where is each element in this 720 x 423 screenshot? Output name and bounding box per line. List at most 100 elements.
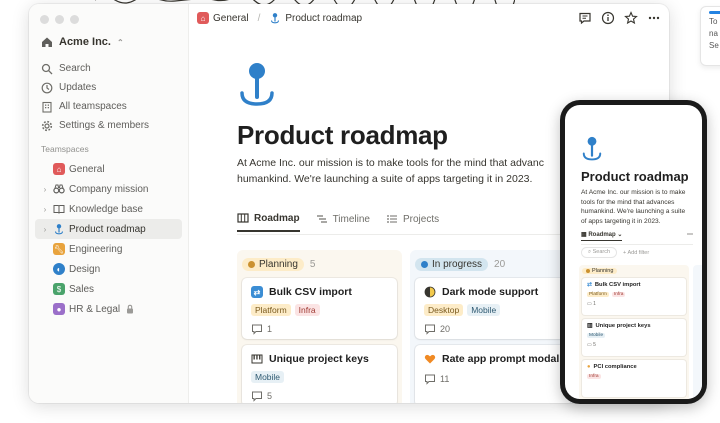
phone-toolbar: ⌕ Search + Add filter xyxy=(581,247,649,258)
maximize-window-button[interactable] xyxy=(70,15,79,24)
tag: Platform xyxy=(251,304,291,316)
teamspaces-heading: Teamspaces xyxy=(41,144,89,154)
sidebar-item-all-teamspaces[interactable]: All teamspaces xyxy=(41,97,182,116)
column-name: Planning xyxy=(259,258,298,270)
sidebar-item-search[interactable]: Search xyxy=(41,59,182,78)
status-dot xyxy=(248,260,255,268)
info-icon[interactable] xyxy=(601,11,615,25)
star-icon[interactable] xyxy=(624,11,638,25)
card-title: Rate app prompt modal xyxy=(442,353,560,365)
clock-icon xyxy=(41,82,53,94)
column-header: Planning 5 xyxy=(242,255,397,273)
sidebar-item-design[interactable]: › ◐ Design xyxy=(35,259,182,279)
status-badge[interactable]: Planning xyxy=(582,268,618,274)
background-card-line: Se xyxy=(709,41,719,50)
pin-icon xyxy=(269,12,281,24)
background-card-line: To xyxy=(709,17,718,26)
board-card[interactable]: Rate app prompt modal 11 xyxy=(415,345,570,403)
sidebar-item-label: Updates xyxy=(59,82,97,93)
teamspace-list: › ⌂ General › Company mission › Knowledg… xyxy=(35,159,182,319)
search-icon xyxy=(41,63,53,75)
sidebar-item-knowledge-base[interactable]: › Knowledge base xyxy=(35,199,182,219)
timeline-icon xyxy=(316,213,328,225)
sidebar-item-hr-legal[interactable]: › ● HR & Legal xyxy=(35,299,182,319)
workspace-name: Acme Inc. xyxy=(59,36,111,48)
binoculars-icon xyxy=(53,183,65,195)
phone-board-card[interactable]: ● PCI compliance Infra xyxy=(582,360,686,397)
card-title: Bulk CSV import xyxy=(269,286,352,298)
sidebar-item-engineering[interactable]: › 🔧︎ Engineering xyxy=(35,239,182,259)
comment-icon xyxy=(424,373,436,385)
tab-projects[interactable]: Projects xyxy=(386,212,439,232)
sidebar-item-company-mission[interactable]: › Company mission xyxy=(35,179,182,199)
chevron-right-icon[interactable]: › xyxy=(41,225,49,234)
chevron-right-icon[interactable]: › xyxy=(41,205,49,214)
phone-screen: Product roadmap At Acme Inc. our mission… xyxy=(565,105,702,399)
piano-icon: ▥ xyxy=(587,323,593,329)
phone-page-description: At Acme Inc. our mission is to make tool… xyxy=(581,189,686,225)
breadcrumb-current[interactable]: Product roadmap xyxy=(285,13,362,24)
sidebar-item-updates[interactable]: Updates xyxy=(41,78,182,97)
sidebar-item-sales[interactable]: › $ Sales xyxy=(35,279,182,299)
arrows-icon: ⇄ xyxy=(587,282,592,288)
sidebar-item-settings[interactable]: Settings & members xyxy=(41,116,182,135)
tab-timeline[interactable]: Timeline xyxy=(316,212,370,232)
status-badge[interactable]: In progress xyxy=(415,257,489,271)
breadcrumb: ⌂ General / Product roadmap xyxy=(197,12,362,24)
comment-icon[interactable] xyxy=(578,11,592,25)
status-dot xyxy=(586,269,590,273)
board-column-planning: Planning 5 ⇄ Bulk CSV import Platform In… xyxy=(237,250,402,403)
workspace-switcher[interactable]: Acme Inc. ⌃ xyxy=(41,36,124,48)
phone-search-button[interactable]: ⌕ Search xyxy=(581,247,618,258)
sidebar-item-label: Design xyxy=(69,263,101,275)
card-title: Unique project keys xyxy=(269,353,369,365)
phone-add-filter[interactable]: + Add filter xyxy=(623,250,649,256)
tag: Infra xyxy=(294,304,320,316)
page-description: At Acme Inc. our mission is to make tool… xyxy=(237,157,544,185)
wrench-icon: 🔧︎ xyxy=(53,243,65,255)
column-header: In progress 20 xyxy=(415,255,570,273)
phone-board-card[interactable]: ▥ Unique project keys Mobile ▭ 5 xyxy=(582,319,686,356)
sidebar-item-product-roadmap[interactable]: › Product roadmap xyxy=(35,219,182,239)
breadcrumb-parent[interactable]: General xyxy=(213,13,249,24)
tag: Mobile xyxy=(467,304,501,316)
moon-icon xyxy=(424,286,436,298)
board-card[interactable]: Dark mode support Desktop Mobile 20 xyxy=(415,278,570,339)
more-icon[interactable]: ⋯ xyxy=(687,231,693,241)
page-actions xyxy=(578,11,661,25)
sidebar-nav: Search Updates All teamspaces Settings &… xyxy=(41,59,182,135)
comment-icon xyxy=(251,323,263,335)
column-count: 5 xyxy=(309,258,316,270)
comment-count: 1 xyxy=(593,301,596,307)
page-title: Product roadmap xyxy=(237,120,448,150)
phone-board-card[interactable]: ⇄ Bulk CSV import Platform Infra ▭ 1 xyxy=(582,278,686,315)
sidebar-item-general[interactable]: › ⌂ General xyxy=(35,159,182,179)
board-card[interactable]: ⇄ Bulk CSV import Platform Infra 1 xyxy=(242,278,397,339)
tab-label: Roadmap xyxy=(254,212,300,224)
phone-tab-roadmap[interactable]: ▦ Roadmap ⌄ xyxy=(581,231,623,241)
board-column-in-progress: In progress 20 Dark mode support Desktop… xyxy=(410,250,575,403)
sidebar-item-label: Company mission xyxy=(69,183,149,195)
tab-roadmap[interactable]: Roadmap xyxy=(237,212,300,232)
phone-page-title: Product roadmap xyxy=(581,169,689,184)
background-card: To na Se xyxy=(700,6,720,66)
tag: Infra xyxy=(611,292,626,297)
pin-icon xyxy=(53,223,65,235)
chevron-right-icon[interactable]: › xyxy=(41,185,49,194)
tag: Infra xyxy=(587,374,601,379)
more-icon[interactable] xyxy=(647,11,661,25)
status-badge[interactable]: Planning xyxy=(242,257,304,271)
comment-count: 20 xyxy=(440,324,451,334)
lock-icon: ● xyxy=(587,364,591,370)
building-icon xyxy=(41,101,53,113)
book-icon xyxy=(53,203,65,215)
view-tabs: Roadmap Timeline Projects xyxy=(237,212,439,232)
minimize-window-button[interactable] xyxy=(55,15,64,24)
close-window-button[interactable] xyxy=(40,15,49,24)
status-dot xyxy=(421,260,428,268)
board-card[interactable]: Unique project keys Mobile 5 xyxy=(242,345,397,403)
phone-mockup: Product roadmap At Acme Inc. our mission… xyxy=(560,100,707,404)
sidebar-item-label: Engineering xyxy=(69,243,123,255)
dollar-icon: $ xyxy=(53,283,65,295)
column-count: 20 xyxy=(494,258,506,270)
